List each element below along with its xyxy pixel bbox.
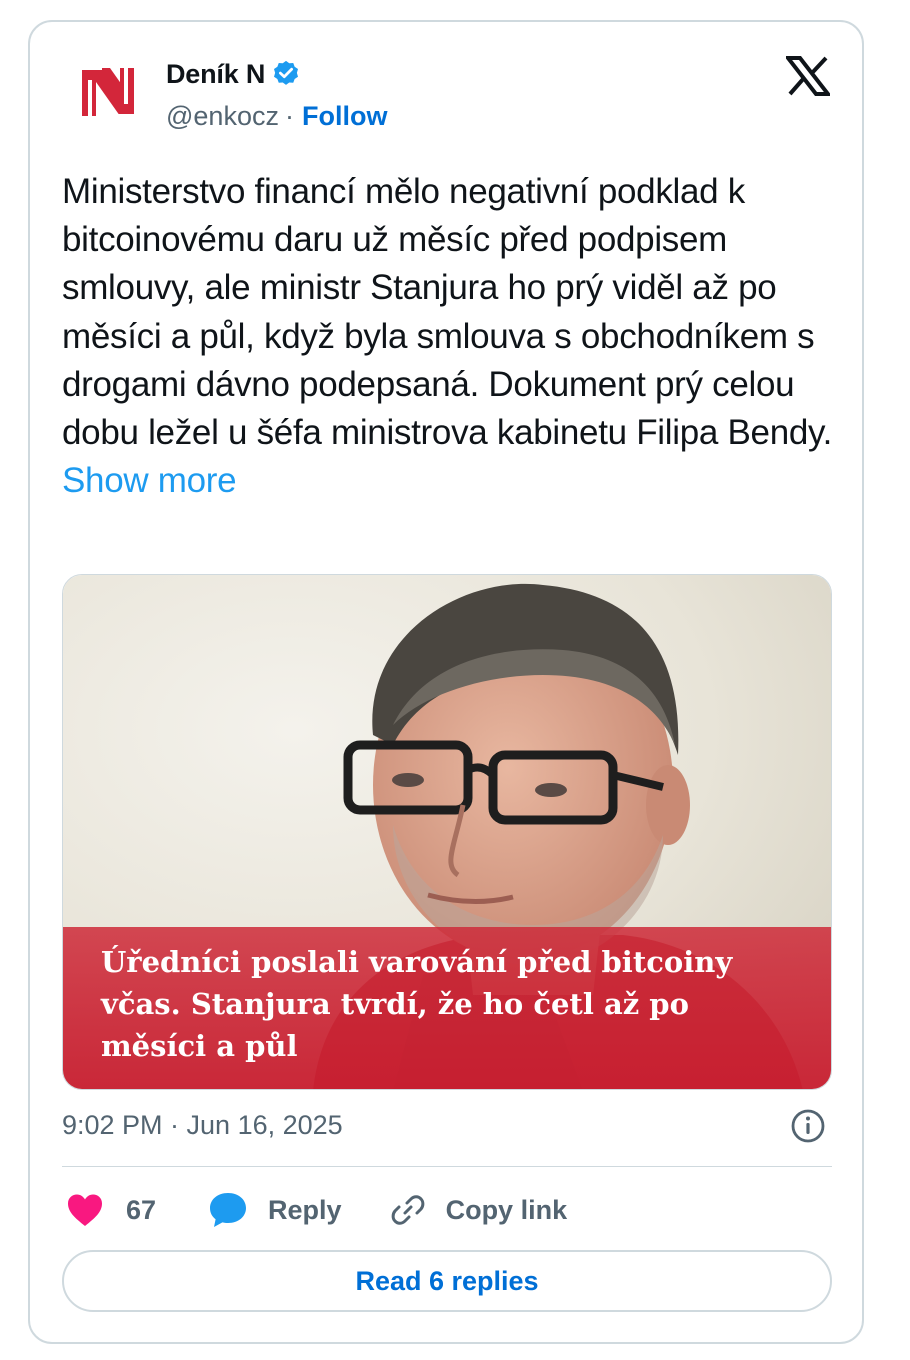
heart-icon: [68, 1194, 102, 1226]
like-count: 67: [126, 1194, 157, 1225]
media-card[interactable]: Úředníci poslali varování před bitcoiny …: [62, 574, 832, 1090]
divider: [62, 1166, 832, 1167]
verified-badge-icon: [274, 60, 299, 85]
read-replies-button[interactable]: Read 6 replies: [62, 1250, 832, 1312]
reply-button[interactable]: Reply: [208, 1191, 342, 1229]
author-avatar[interactable]: [76, 60, 140, 124]
handle-separator: ·: [284, 100, 294, 131]
copy-link-button[interactable]: Copy link: [390, 1192, 568, 1228]
author-block: Deník N @enkocz · Follow: [166, 56, 387, 134]
author-name-row: Deník N: [166, 56, 387, 92]
article-headline[interactable]: Úředníci poslali varování před bitcoiny …: [101, 941, 801, 1067]
like-button[interactable]: 67: [62, 1193, 156, 1227]
action-bar: 67 Reply Copy link: [62, 1186, 567, 1234]
link-icon: [391, 1195, 424, 1225]
headline-band: Úředníci poslali varování před bitcoiny …: [63, 927, 831, 1089]
reply-label: Reply: [268, 1194, 342, 1225]
tweet-text: Ministerstvo financí mělo negativní podk…: [62, 168, 842, 505]
author-name[interactable]: Deník N: [166, 59, 265, 90]
x-logo-icon[interactable]: [786, 56, 830, 96]
tweet-timestamp[interactable]: 9:02 PM · Jun 16, 2025: [62, 1110, 343, 1141]
author-handle[interactable]: @enkocz: [166, 101, 279, 132]
handle-row: @enkocz · Follow: [166, 98, 387, 134]
reply-bubble-icon: [210, 1193, 247, 1227]
copy-link-label: Copy link: [445, 1194, 568, 1225]
info-icon[interactable]: [790, 1108, 826, 1144]
follow-button[interactable]: Follow: [302, 101, 387, 132]
tweet-body: Ministerstvo financí mělo negativní podk…: [62, 172, 833, 453]
show-more-link[interactable]: Show more: [62, 461, 237, 500]
